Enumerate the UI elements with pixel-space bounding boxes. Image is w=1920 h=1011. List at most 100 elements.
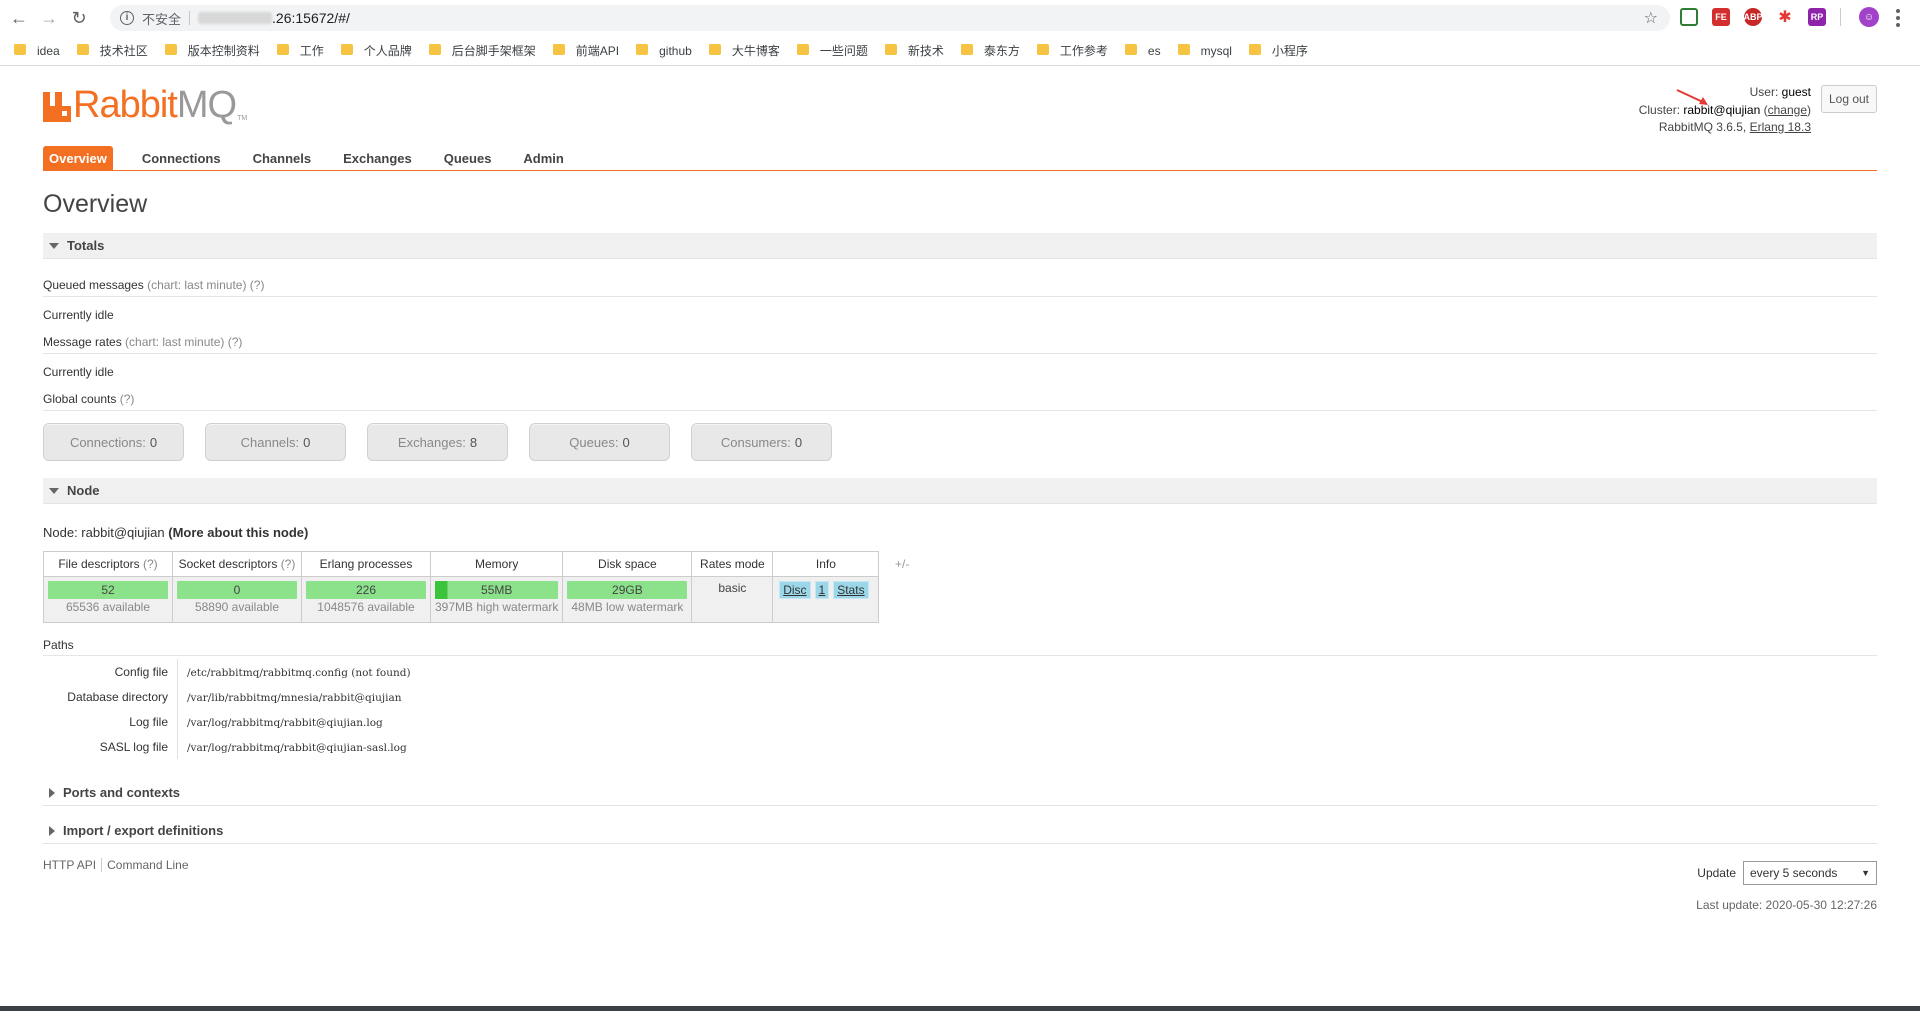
- node-name-line: Node: rabbit@qiujian (More about this no…: [43, 525, 308, 540]
- cluster-line: Cluster: rabbit@qiujian (change): [1638, 102, 1811, 117]
- profile-avatar[interactable]: ☺: [1859, 7, 1879, 27]
- divider: [43, 410, 1877, 411]
- reload-icon[interactable]: ↻: [68, 7, 90, 29]
- bookmark-folder[interactable]: 技术社区: [76, 42, 148, 59]
- logout-button[interactable]: Log out: [1821, 85, 1877, 113]
- tab-connections[interactable]: Connections: [136, 146, 227, 170]
- channels-count[interactable]: Channels: 0: [205, 423, 346, 461]
- disc-button[interactable]: Disc: [779, 581, 811, 599]
- divider: [43, 353, 1877, 354]
- disk-watermark: 48MB low watermark: [571, 600, 684, 614]
- toolbar-divider: [1840, 8, 1841, 26]
- folder-icon: [796, 44, 809, 55]
- node-table-row: 52 65536 available 0 58890 available 226…: [43, 576, 880, 623]
- extension-fe-icon[interactable]: FE: [1712, 8, 1730, 26]
- folder-icon: [1248, 44, 1261, 55]
- queued-messages-label: Queued messages (chart: last minute) (?): [43, 278, 265, 292]
- bookmark-folder[interactable]: mysql: [1177, 44, 1232, 58]
- path-row: Database directory/var/lib/rabbitmq/mnes…: [43, 684, 411, 709]
- queued-state: Currently idle: [43, 308, 114, 322]
- folder-icon: [276, 44, 289, 55]
- tab-exchanges[interactable]: Exchanges: [337, 146, 418, 170]
- totals-heading: Totals: [67, 238, 105, 253]
- disk-space-header: Disk space: [562, 551, 693, 577]
- folder-icon: [960, 44, 973, 55]
- queued-messages-hint[interactable]: (chart: last minute) (?): [147, 278, 264, 292]
- extensions-area: FE ABP ✱ RP ☺: [1680, 7, 1879, 27]
- message-rates-hint[interactable]: (chart: last minute) (?): [125, 335, 242, 349]
- consumers-count[interactable]: Consumers: 0: [691, 423, 832, 461]
- bookmark-folder[interactable]: idea: [14, 44, 60, 58]
- bookmark-folder[interactable]: 后台脚手架框架: [428, 42, 536, 59]
- http-api-link[interactable]: HTTP API: [43, 858, 96, 872]
- paths-table: Config file/etc/rabbitmq/rabbitmq.config…: [43, 659, 411, 759]
- bookmark-folder[interactable]: 新技术: [884, 42, 944, 59]
- update-interval-select[interactable]: every 5 seconds ▼: [1743, 861, 1877, 885]
- bookmark-folder[interactable]: 一些问题: [796, 42, 868, 59]
- ports-and-contexts-header[interactable]: Ports and contexts: [43, 780, 1877, 806]
- socket-descriptors-header: Socket descriptors (?): [172, 551, 302, 577]
- more-about-node-link[interactable]: (More about this node): [168, 525, 308, 540]
- last-update-text: Last update: 2020-05-30 12:27:26: [1696, 898, 1877, 912]
- logo-tm-text: TM: [237, 115, 248, 122]
- bookmark-folder[interactable]: 前端API: [552, 42, 619, 59]
- bookmark-folder[interactable]: github: [636, 44, 692, 58]
- import-export-header[interactable]: Import / export definitions: [43, 818, 1877, 844]
- address-bar[interactable]: i 不安全 .26:15672/#/ ☆: [110, 5, 1670, 31]
- erlang-link[interactable]: Erlang 18.3: [1750, 120, 1811, 134]
- forward-icon[interactable]: →: [38, 7, 60, 29]
- node-section-header[interactable]: Node: [43, 478, 1877, 504]
- totals-section-header[interactable]: Totals: [43, 233, 1877, 259]
- tab-admin[interactable]: Admin: [517, 146, 569, 170]
- footer-links: HTTP API Command Line: [43, 858, 189, 872]
- bookmark-folder[interactable]: 版本控制资料: [164, 42, 260, 59]
- bookmark-folder[interactable]: 工作: [276, 42, 324, 59]
- tab-channels[interactable]: Channels: [247, 146, 318, 170]
- erlang-processes-header: Erlang processes: [301, 551, 431, 577]
- chrome-menu-icon[interactable]: [1896, 9, 1900, 27]
- exchanges-count[interactable]: Exchanges: 8: [367, 423, 508, 461]
- tab-queues[interactable]: Queues: [438, 146, 498, 170]
- update-control: Update every 5 seconds ▼: [1697, 861, 1877, 885]
- user-line: User: guest: [1749, 85, 1811, 99]
- connections-count[interactable]: Connections: 0: [43, 423, 184, 461]
- stats-button[interactable]: Stats: [833, 581, 869, 599]
- expand-triangle-icon: [49, 825, 55, 836]
- bookmark-folder[interactable]: 泰东方: [960, 42, 1020, 59]
- extension-green-icon[interactable]: [1680, 8, 1698, 26]
- collapse-triangle-icon: [49, 487, 59, 494]
- logo-mq-text: MQ: [176, 84, 237, 126]
- extension-star-icon[interactable]: ✱: [1776, 8, 1794, 26]
- back-icon[interactable]: ←: [8, 7, 30, 29]
- bookmark-folder[interactable]: 小程序: [1248, 42, 1308, 59]
- file-descriptors-header: File descriptors (?): [43, 551, 173, 577]
- bookmarks-bar: idea 技术社区 版本控制资料 工作 个人品牌 后台脚手架框架 前端API g…: [0, 36, 1920, 66]
- bookmark-folder[interactable]: es: [1124, 44, 1161, 58]
- extension-purple-icon[interactable]: RP: [1808, 8, 1826, 26]
- ports-and-contexts-heading: Ports and contexts: [63, 785, 181, 800]
- node-heading: Node: [67, 483, 100, 498]
- blurred-host: [198, 12, 273, 24]
- bookmark-folder[interactable]: 大牛博客: [708, 42, 780, 59]
- disk-space-cell: 29GB 48MB low watermark: [562, 576, 693, 623]
- omnibox-separator: [189, 11, 191, 25]
- erlang-processes-available: 1048576 available: [317, 600, 415, 614]
- bookmark-folder[interactable]: 个人品牌: [340, 42, 412, 59]
- column-toggle-button[interactable]: +/-: [895, 557, 909, 571]
- tab-overview[interactable]: Overview: [43, 146, 113, 170]
- info-icon[interactable]: i: [120, 11, 134, 25]
- adblock-icon[interactable]: ABP: [1744, 8, 1763, 26]
- memory-watermark: 397MB high watermark: [435, 600, 559, 614]
- command-line-link[interactable]: Command Line: [107, 858, 188, 872]
- node-name: Node: rabbit@qiujian: [43, 525, 165, 540]
- folder-icon: [1177, 44, 1190, 55]
- change-cluster-link[interactable]: change: [1768, 103, 1807, 117]
- socket-descriptors-available: 58890 available: [194, 600, 280, 614]
- queues-count[interactable]: Queues: 0: [529, 423, 670, 461]
- bookmark-folder[interactable]: 工作参考: [1036, 42, 1108, 59]
- rabbitmq-logo[interactable]: Rabbit MQ TM: [43, 84, 248, 126]
- bookmark-star-icon[interactable]: ☆: [1644, 8, 1658, 28]
- global-counts-hint[interactable]: (?): [120, 392, 135, 406]
- file-descriptors-cell: 52 65536 available: [43, 576, 173, 623]
- index-button[interactable]: 1: [814, 581, 830, 599]
